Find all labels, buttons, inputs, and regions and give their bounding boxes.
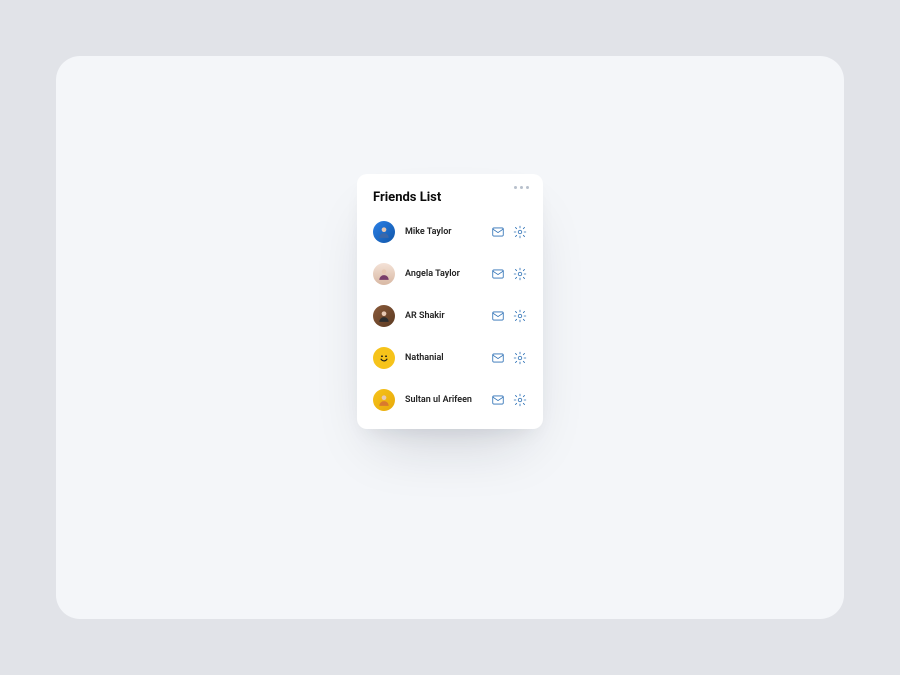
message-button[interactable]	[491, 225, 505, 239]
settings-button[interactable]	[513, 309, 527, 323]
message-button[interactable]	[491, 309, 505, 323]
settings-button[interactable]	[513, 351, 527, 365]
gear-icon	[513, 351, 527, 365]
row-actions	[491, 267, 527, 281]
message-button[interactable]	[491, 393, 505, 407]
friends-list: Mike Taylor Angela Taylor	[373, 221, 527, 411]
avatar	[373, 347, 395, 369]
avatar	[373, 305, 395, 327]
mail-icon	[491, 267, 505, 281]
friend-name: Sultan ul Arifeen	[405, 395, 481, 405]
mail-icon	[491, 225, 505, 239]
dots-icon	[526, 186, 529, 189]
row-actions	[491, 225, 527, 239]
message-button[interactable]	[491, 351, 505, 365]
gear-icon	[513, 267, 527, 281]
avatar	[373, 389, 395, 411]
gear-icon	[513, 309, 527, 323]
mail-icon	[491, 393, 505, 407]
card-header: Friends List	[373, 190, 527, 205]
mail-icon	[491, 351, 505, 365]
page-panel: Friends List Mike Taylor	[56, 56, 844, 619]
more-options-button[interactable]	[512, 184, 531, 191]
gear-icon	[513, 393, 527, 407]
row-actions	[491, 309, 527, 323]
friend-row: Nathanial	[373, 347, 527, 369]
row-actions	[491, 351, 527, 365]
dots-icon	[514, 186, 517, 189]
gear-icon	[513, 225, 527, 239]
friend-row: Sultan ul Arifeen	[373, 389, 527, 411]
friend-name: Angela Taylor	[405, 269, 481, 279]
friend-name: AR Shakir	[405, 311, 481, 321]
avatar	[373, 263, 395, 285]
friend-name: Mike Taylor	[405, 227, 481, 237]
friend-row: Angela Taylor	[373, 263, 527, 285]
smiley-icon	[377, 351, 391, 365]
friends-card: Friends List Mike Taylor	[357, 174, 543, 429]
friend-row: Mike Taylor	[373, 221, 527, 243]
settings-button[interactable]	[513, 393, 527, 407]
friend-name: Nathanial	[405, 353, 481, 363]
mail-icon	[491, 309, 505, 323]
message-button[interactable]	[491, 267, 505, 281]
settings-button[interactable]	[513, 225, 527, 239]
avatar	[373, 221, 395, 243]
friend-row: AR Shakir	[373, 305, 527, 327]
row-actions	[491, 393, 527, 407]
dots-icon	[520, 186, 523, 189]
settings-button[interactable]	[513, 267, 527, 281]
card-title: Friends List	[373, 190, 441, 205]
